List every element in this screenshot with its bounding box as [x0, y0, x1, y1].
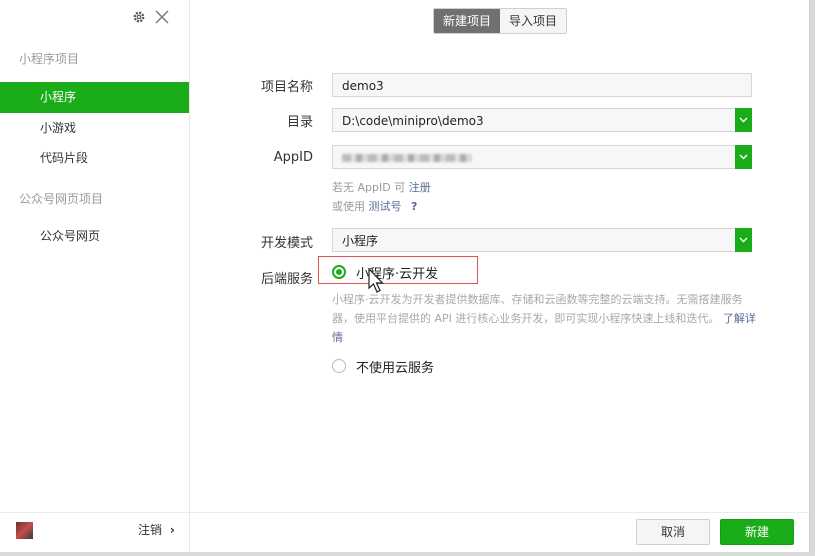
mouse-cursor-icon: [368, 267, 384, 297]
appid-test-hint: 或使用 测试号 ?: [332, 198, 417, 214]
dialog-footer: 取消 新建: [190, 512, 809, 553]
chevron-down-icon[interactable]: [735, 108, 752, 132]
appid-value-redacted: [342, 154, 472, 162]
directory-value: D:\code\minipro\demo3: [342, 114, 484, 128]
logout-button[interactable]: 注销 ›: [138, 521, 175, 538]
radio-no-cloud[interactable]: 不使用云服务: [332, 357, 435, 376]
sidebar-toolbar: [132, 8, 170, 28]
cloud-dev-description-text: 小程序·云开发为开发者提供数据库、存储和云函数等完整的云端支持。无需搭建服务器，…: [332, 293, 743, 325]
appid-hint-text: 若无 AppID 可: [332, 181, 406, 194]
project-name-label: 项目名称: [260, 80, 313, 95]
sidebar-group-title-official-account: 公众号网页项目: [19, 192, 104, 206]
sidebar-item-code-snippet[interactable]: 代码片段: [0, 143, 189, 174]
main-panel: 新建项目 导入项目 项目名称 demo3 目录 D:\code\minipro\…: [190, 0, 809, 552]
sidebar-item-label: 小程序: [40, 90, 77, 104]
cancel-button[interactable]: 取消: [636, 519, 710, 545]
radio-cloud-dev[interactable]: 小程序·云开发: [332, 263, 438, 282]
backend-service-label: 后端服务: [260, 272, 313, 287]
directory-label: 目录: [286, 115, 313, 130]
dev-mode-select[interactable]: 小程序: [332, 228, 752, 252]
radio-button-checked[interactable]: [332, 265, 346, 279]
tab-new-project[interactable]: 新建项目: [434, 9, 501, 33]
sidebar-item-official-account-web[interactable]: 公众号网页: [0, 221, 189, 252]
sidebar-item-miniprogram[interactable]: 小程序: [0, 82, 189, 113]
logout-label: 注销: [138, 523, 163, 537]
dev-mode-label: 开发模式: [260, 236, 313, 251]
tab-import-project[interactable]: 导入项目: [500, 9, 567, 33]
sidebar-group-title-miniprogram: 小程序项目: [19, 52, 80, 66]
appid-hint-text: 或使用: [332, 200, 365, 213]
radio-no-cloud-label: 不使用云服务: [356, 360, 435, 376]
project-name-input[interactable]: demo3: [332, 73, 752, 97]
taskbar-edge: [0, 552, 815, 556]
help-icon[interactable]: ?: [411, 200, 417, 213]
create-button[interactable]: 新建: [720, 519, 794, 545]
cloud-dev-description: 小程序·云开发为开发者提供数据库、存储和云函数等完整的云端支持。无需搭建服务器，…: [332, 290, 762, 347]
directory-input[interactable]: D:\code\minipro\demo3: [332, 108, 752, 132]
sidebar-item-label: 公众号网页: [40, 229, 101, 243]
gear-icon[interactable]: [132, 10, 146, 27]
project-tabs: 新建项目 导入项目: [433, 8, 568, 34]
chevron-right-icon: ›: [169, 523, 175, 537]
appid-select[interactable]: [332, 145, 752, 169]
chevron-down-icon[interactable]: [735, 228, 752, 252]
sidebar-item-label: 代码片段: [40, 151, 89, 165]
radio-button-unchecked[interactable]: [332, 359, 346, 373]
register-link[interactable]: 注册: [409, 181, 431, 194]
new-project-window: 小程序项目 小程序 小游戏 代码片段 公众号网页项目 公众号网页 注销 › 新建…: [0, 0, 810, 552]
close-icon[interactable]: [154, 9, 170, 28]
chevron-down-icon[interactable]: [735, 145, 752, 169]
project-name-value: demo3: [342, 79, 384, 93]
avatar[interactable]: [16, 522, 33, 539]
sidebar-item-label: 小游戏: [40, 121, 77, 135]
sidebar-item-minigame[interactable]: 小游戏: [0, 113, 189, 144]
sidebar-footer: 注销 ›: [0, 512, 189, 553]
appid-register-hint: 若无 AppID 可 注册: [332, 179, 431, 195]
sidebar: 小程序项目 小程序 小游戏 代码片段 公众号网页项目 公众号网页 注销 ›: [0, 0, 190, 552]
test-account-link[interactable]: 测试号: [369, 200, 402, 213]
dev-mode-value: 小程序: [342, 234, 379, 248]
appid-label: AppID: [273, 150, 313, 165]
